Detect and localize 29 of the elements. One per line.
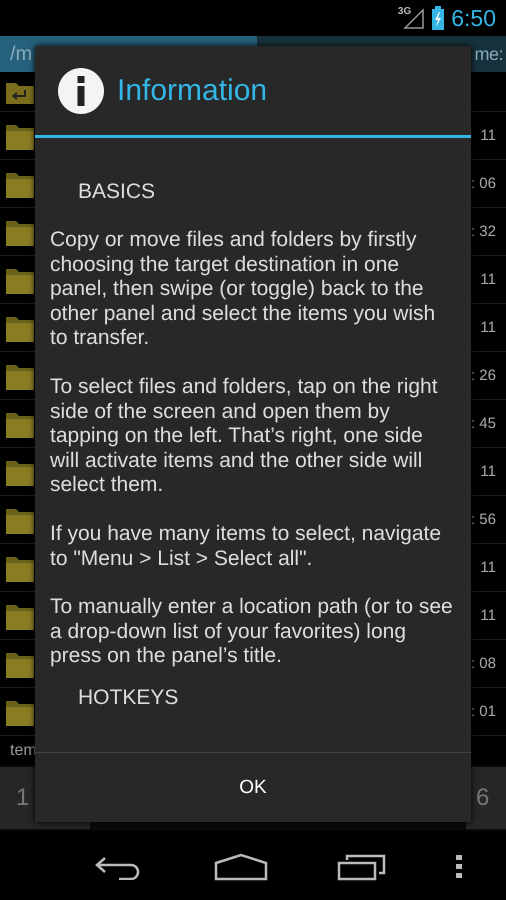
section-heading: BASICS [78, 180, 156, 204]
file-time: 11 [480, 607, 496, 624]
file-time: 11 [480, 319, 496, 336]
section-heading: HOTKEYS [78, 686, 180, 710]
file-time: 11 [480, 271, 496, 288]
file-time: : 08 [470, 655, 496, 672]
file-time: : 45 [470, 415, 496, 432]
file-time: 11 [480, 463, 496, 480]
home-icon[interactable] [214, 853, 268, 881]
file-time: : 06 [470, 175, 496, 192]
help-paragraph: Copy or move files and folders by firstly choosing the target destination in one panel, then swipe (or toggle) back to the other panel and select the items you wish to transfer. [50, 228, 436, 351]
clock-time: 6:50 [451, 4, 496, 32]
network-type: 3G [398, 6, 412, 17]
info-icon [57, 66, 105, 114]
file-time: : 01 [470, 703, 496, 720]
file-time: 11 [480, 559, 496, 576]
file-time: : 26 [470, 367, 496, 384]
help-paragraph: To manually enter a location path (or to see a drop-down list of your favorites) long press on the panel’s title. [50, 595, 454, 669]
file-time: : 56 [470, 511, 496, 528]
file-time: 11 [480, 127, 496, 144]
battery-icon [431, 6, 446, 30]
file-time: : 32 [470, 223, 496, 240]
panel-status: tem [10, 742, 37, 760]
ok-button[interactable]: OK [35, 753, 471, 822]
help-paragraph: To select files and folders, tap on the right side of the screen and open them by tapping on the left. That’s right, one side will activate items and the other side will select them. [50, 374, 439, 498]
menu-icon[interactable] [456, 855, 462, 879]
recent-apps-icon[interactable] [336, 853, 386, 881]
help-paragraph: If you have many items to select, navigate to "Menu > List > Select all". [50, 522, 442, 572]
dialog-title: Information [117, 74, 268, 108]
